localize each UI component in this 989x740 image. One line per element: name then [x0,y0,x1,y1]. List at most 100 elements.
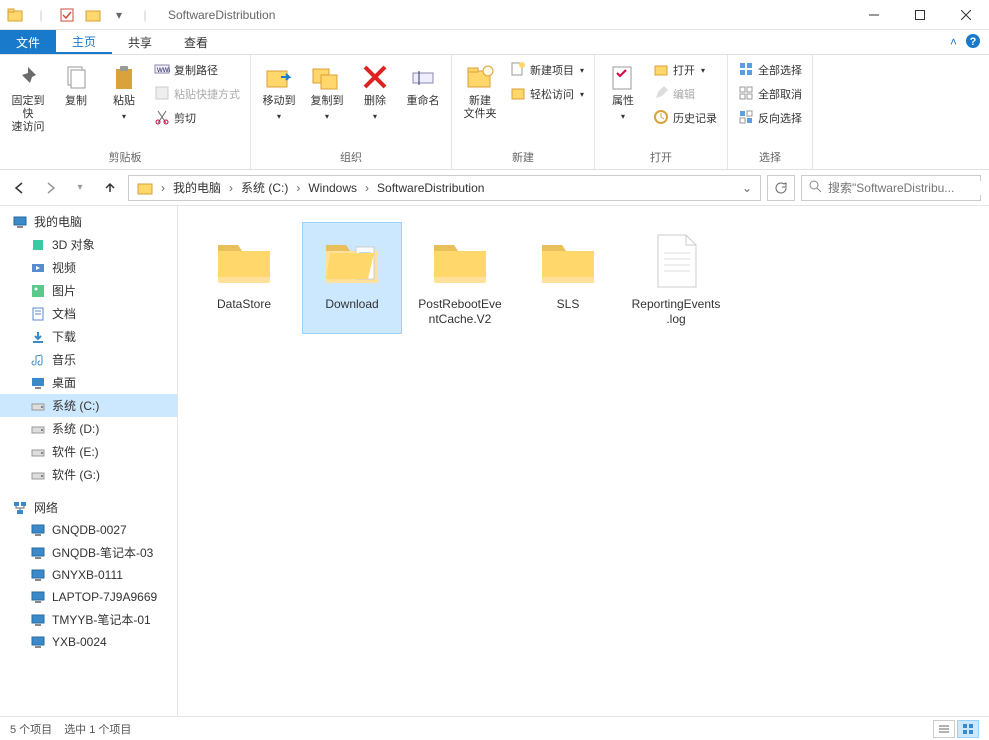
folder-icon [536,229,600,293]
close-button[interactable] [943,0,989,30]
view-details-button[interactable] [933,720,955,738]
chevron-down-icon[interactable]: ⌄ [738,181,756,195]
search-box[interactable] [801,175,981,201]
file-item[interactable]: DataStore [194,222,294,334]
sidebar-host[interactable]: GNQDB-笔记本-03 [0,541,177,564]
tab-file[interactable]: 文件 [0,30,56,54]
newitem-button[interactable]: 新建项目▾ [506,59,588,81]
qat-dropdown-icon[interactable]: ▾ [108,4,130,26]
cut-button[interactable]: 剪切 [150,107,244,129]
sidebar-item[interactable]: 软件 (G:) [0,463,177,486]
sidebar-item[interactable]: 软件 (E:) [0,440,177,463]
sidebar-host[interactable]: YXB-0024 [0,631,177,653]
help-icon[interactable]: ? [965,33,981,52]
file-item[interactable]: PostRebootEventCache.V2 [410,222,510,334]
delete-button[interactable]: 删除▾ [353,59,397,125]
sidebar-host[interactable]: GNQDB-0027 [0,519,177,541]
delete-icon [359,61,391,93]
crumb-drive[interactable]: 系统 (C:) [237,176,292,200]
file-item[interactable]: ReportingEvents.log [626,222,726,334]
up-button[interactable] [98,176,122,200]
file-item[interactable]: SLS [518,222,618,334]
history-button[interactable]: 历史记录 [649,107,721,129]
recent-dropdown[interactable]: ▾ [68,176,92,200]
collapse-ribbon-icon[interactable]: ˄ [950,35,957,49]
pc-icon [30,634,46,650]
chevron-right-icon[interactable]: › [294,181,302,195]
selectall-button[interactable]: 全部选择 [734,59,806,81]
maximize-button[interactable] [897,0,943,30]
folder-icon [133,176,157,200]
forward-button[interactable] [38,176,62,200]
sidebar-item[interactable]: 图片 [0,279,177,302]
sidebar-item[interactable]: 系统 (C:) [0,394,177,417]
back-button[interactable] [8,176,32,200]
sidebar-item[interactable]: 音乐 [0,348,177,371]
breadcrumb[interactable]: › 我的电脑 › 系统 (C:) › Windows › SoftwareDis… [128,175,761,201]
host-label: TMYYB-笔记本-01 [52,611,151,628]
sidebar-item[interactable]: 文档 [0,302,177,325]
file-list[interactable]: DataStoreDownloadPostRebootEventCache.V2… [178,206,989,716]
host-label: GNQDB-笔记本-03 [52,544,153,561]
sidebar-item[interactable]: 下载 [0,325,177,348]
qat-divider: | [30,4,52,26]
minimize-button[interactable] [851,0,897,30]
group-select: 选择 [734,147,806,167]
chevron-right-icon[interactable]: › [363,181,371,195]
crumb-windows[interactable]: Windows [304,176,361,200]
folder-icon [212,229,276,293]
item-icon [30,398,46,414]
copy-button[interactable]: 复制 [54,59,98,110]
file-item[interactable]: Download [302,222,402,334]
sidebar[interactable]: 我的电脑 3D 对象视频图片文档下载音乐桌面系统 (C:)系统 (D:)软件 (… [0,206,178,716]
tree-my-pc[interactable]: 我的电脑 [0,210,177,233]
tab-share[interactable]: 共享 [112,30,168,54]
refresh-button[interactable] [767,175,795,201]
qat-divider: | [134,4,156,26]
edit-button[interactable]: 编辑 [649,83,721,105]
paste-button[interactable]: 粘贴▾ [102,59,146,125]
folder-icon [320,229,384,293]
history-icon [653,109,669,128]
copy-path-button[interactable]: www复制路径 [150,59,244,81]
host-label: GNQDB-0027 [52,523,127,537]
crumb-pc[interactable]: 我的电脑 [169,176,225,200]
group-clipboard: 剪贴板 [6,147,244,167]
sidebar-item[interactable]: 桌面 [0,371,177,394]
moveto-button[interactable]: 移动到▾ [257,59,301,125]
sidebar-item[interactable]: 系统 (D:) [0,417,177,440]
sidebar-item[interactable]: 视频 [0,256,177,279]
tab-view[interactable]: 查看 [168,30,224,54]
sidebar-item[interactable]: 3D 对象 [0,233,177,256]
chevron-right-icon[interactable]: › [159,181,167,195]
copyto-button[interactable]: 复制到▾ [305,59,349,125]
tree-network[interactable]: 网络 [0,496,177,519]
open-button[interactable]: 打开▾ [649,59,721,81]
chevron-right-icon[interactable]: › [227,181,235,195]
crumb-folder[interactable]: SoftwareDistribution [373,176,488,200]
sidebar-host[interactable]: TMYYB-笔记本-01 [0,608,177,631]
view-icons-button[interactable] [957,720,979,738]
moveto-icon [263,61,295,93]
rename-button[interactable]: 重命名 [401,59,445,110]
properties-icon[interactable] [56,4,78,26]
tab-home[interactable]: 主页 [56,30,112,54]
item-icon [30,329,46,345]
folder-small-icon[interactable] [82,4,104,26]
statusbar: 5 个项目 选中 1 个项目 [0,716,989,740]
paste-shortcut-button[interactable]: 粘贴快捷方式 [150,83,244,105]
sidebar-host[interactable]: GNYXB-0111 [0,564,177,586]
properties-button[interactable]: 属性▾ [601,59,645,125]
selectnone-button[interactable]: 全部取消 [734,83,806,105]
invertsel-button[interactable]: 反向选择 [734,107,806,129]
window-title: SoftwareDistribution [168,8,275,22]
search-input[interactable] [828,181,983,195]
properties-icon [607,61,639,93]
pc-icon [30,567,46,583]
newfolder-button[interactable]: 新建 文件夹 [458,59,502,123]
sidebar-host[interactable]: LAPTOP-7J9A9669 [0,586,177,608]
selectall-icon [738,61,754,80]
pin-button[interactable]: 固定到快 速访问 [6,59,50,136]
item-label: 视频 [52,259,76,276]
easyaccess-button[interactable]: 轻松访问▾ [506,83,588,105]
